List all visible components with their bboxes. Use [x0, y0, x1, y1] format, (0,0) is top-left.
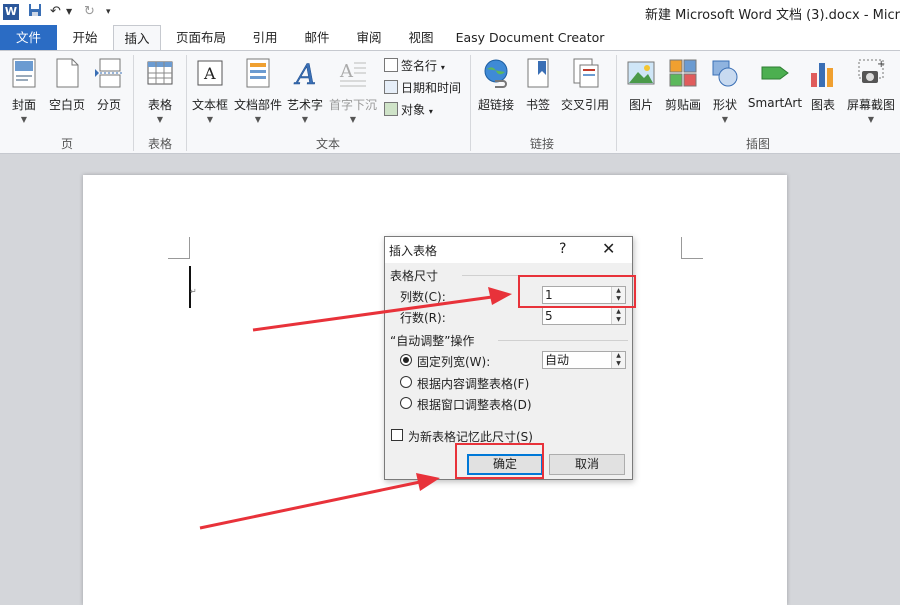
arrow-to-ok — [199, 473, 440, 530]
annotation-arrows — [199, 287, 512, 530]
arrow-to-columns — [252, 287, 512, 332]
